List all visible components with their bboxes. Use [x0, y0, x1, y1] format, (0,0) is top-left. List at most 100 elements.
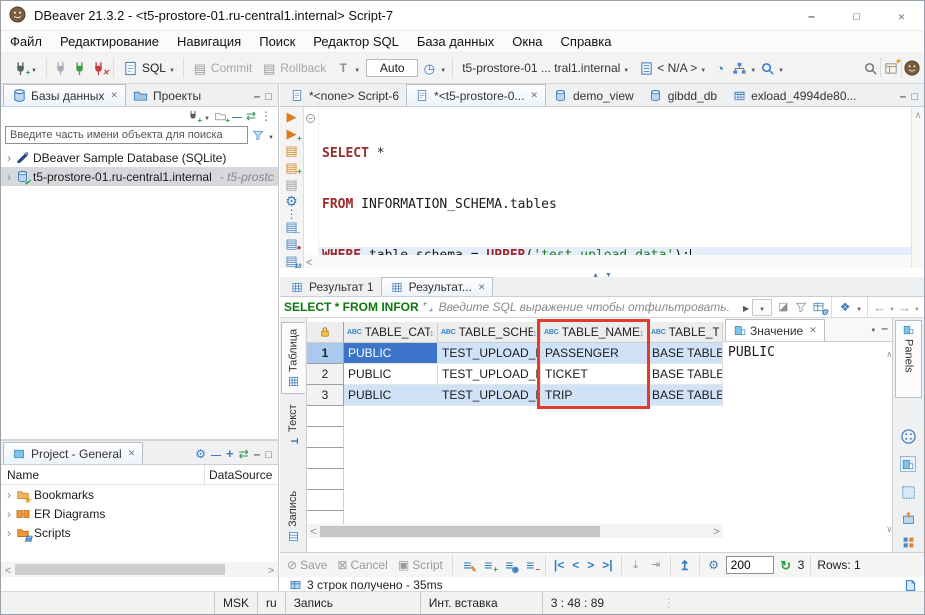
column-header-table-type[interactable]: ABCTABLE_TY — [648, 322, 723, 343]
execute-statement-icon[interactable] — [284, 109, 300, 125]
commit-button[interactable]: Commit — [189, 58, 255, 78]
sort-icon[interactable] — [430, 325, 435, 339]
filters-menu-icon[interactable] — [794, 299, 808, 315]
network-icon[interactable] — [731, 60, 747, 76]
tab-script-7-active[interactable]: *<t5-prostore-0... — [406, 84, 546, 106]
chevron-right-icon[interactable] — [7, 170, 11, 184]
language-indicator[interactable]: ru — [257, 592, 285, 614]
numbered-script-icon[interactable]: 10 — [284, 252, 300, 268]
prev-row-button[interactable]: < — [570, 558, 581, 572]
panels-button[interactable]: Panels — [895, 320, 922, 398]
value-grid-icon[interactable] — [900, 428, 916, 444]
history-icon[interactable] — [421, 60, 437, 76]
search-icon[interactable] — [862, 60, 878, 76]
back-icon[interactable] — [873, 300, 886, 315]
perspective-icon[interactable]: ✦ — [883, 60, 899, 76]
scroll-left-icon[interactable] — [306, 255, 312, 269]
link-selection-icon[interactable] — [239, 447, 249, 461]
clear-filter-icon[interactable] — [775, 299, 791, 315]
grid-cell[interactable]: TRIP — [541, 385, 648, 406]
menu-item-file[interactable]: Файл — [1, 32, 51, 51]
row-number[interactable]: 2 — [307, 364, 344, 385]
object-search-input[interactable] — [5, 126, 248, 144]
close-icon[interactable] — [530, 90, 538, 101]
grid-cell[interactable]: PASSENGER — [541, 343, 648, 364]
first-row-button[interactable]: |< — [552, 558, 566, 572]
transaction-log-button[interactable]: T — [332, 58, 363, 78]
minimize-editor-icon[interactable] — [900, 89, 907, 103]
scroll-left-icon[interactable] — [307, 524, 320, 538]
presentation-caret-icon[interactable] — [856, 300, 862, 314]
tab-script-6[interactable]: *<none> Script-6 — [282, 85, 406, 106]
grid-cell[interactable]: PUBLIC — [344, 385, 438, 406]
maximize-editor-icon[interactable] — [911, 89, 918, 103]
menu-item-navigation[interactable]: Навигация — [168, 32, 250, 51]
maximize-panel-icon[interactable] — [265, 89, 272, 103]
view-menu-icon[interactable] — [260, 109, 272, 123]
grid-corner-cell[interactable] — [307, 322, 344, 343]
tree-item-sample-database[interactable]: DBeaver Sample Database (SQLite) — [1, 148, 278, 167]
explain-plan-icon[interactable] — [284, 176, 300, 192]
script-button[interactable]: Script — [395, 556, 446, 574]
apply-filter-icon[interactable] — [743, 300, 749, 314]
column-header-table-catalog[interactable]: ABCTABLE_CATA — [344, 322, 438, 343]
column-name[interactable]: Name — [1, 465, 205, 484]
commit-mode-combo[interactable]: Auto — [366, 59, 418, 77]
column-header-table-schema[interactable]: ABCTABLE_SCHEI — [438, 322, 541, 343]
menu-item-windows[interactable]: Окна — [503, 32, 551, 51]
scrollbar-thumb[interactable] — [320, 526, 600, 537]
menu-item-edit[interactable]: Редактирование — [51, 32, 168, 51]
view-tab-record[interactable]: Запись — [281, 486, 305, 546]
new-connection-small-icon[interactable]: + — [187, 108, 200, 124]
calc-panel-icon[interactable] — [900, 534, 916, 550]
tab-gibdd-db[interactable]: gibdd_db — [641, 85, 724, 106]
scroll-right-icon[interactable] — [264, 563, 278, 577]
filter-icon[interactable] — [251, 127, 265, 143]
invalidate-connection-icon[interactable]: ✕ — [91, 60, 107, 76]
refresh-icon[interactable] — [778, 557, 794, 573]
insert-mode-indicator[interactable]: Инт. вставка — [420, 592, 542, 614]
rollback-button[interactable]: Rollback — [258, 58, 329, 78]
row-number[interactable]: 3 — [307, 385, 344, 406]
sql-editor-button[interactable]: SQL — [120, 58, 178, 78]
grid-hscrollbar[interactable] — [307, 524, 723, 538]
menu-item-help[interactable]: Справка — [552, 32, 621, 51]
reconnect-icon[interactable] — [72, 60, 88, 76]
close-window-button[interactable] — [879, 1, 924, 30]
grid-cell[interactable]: TEST_UPLOAD_DATA — [438, 343, 541, 364]
tab-exload[interactable]: exload_4994de80... — [724, 85, 863, 106]
grid-cell[interactable]: BASE TABLE — [648, 364, 723, 385]
project-hscrollbar[interactable] — [1, 562, 278, 577]
grid-cell[interactable]: PUBLIC — [344, 364, 438, 385]
view-tab-grid[interactable]: Таблица — [281, 322, 305, 394]
project-item-er-diagrams[interactable]: ER Diagrams — [1, 504, 278, 523]
presentation-icon[interactable] — [837, 299, 853, 315]
validate-script-icon[interactable]: ● — [284, 235, 300, 251]
value-viewer-panel-icon[interactable] — [900, 456, 916, 472]
aggregate-panel-icon[interactable] — [900, 510, 916, 526]
fetch-all-icon[interactable]: ⇥ — [648, 557, 664, 573]
maximize-window-button[interactable] — [834, 1, 879, 30]
minimize-panel-icon[interactable] — [881, 321, 888, 335]
project-item-scripts[interactable]: ▤ Scripts — [1, 523, 278, 542]
delete-row-button[interactable]: − — [522, 557, 539, 573]
row-number[interactable]: 1 — [307, 343, 344, 364]
new-folder-icon[interactable]: + — [214, 108, 228, 124]
edit-row-button[interactable]: ✎ — [459, 557, 476, 573]
close-icon[interactable] — [478, 282, 486, 293]
editor-vscrollbar[interactable] — [911, 107, 924, 268]
chevron-right-icon[interactable] — [7, 488, 11, 502]
grid-cell[interactable]: BASE TABLE — [648, 385, 723, 406]
caret-position-indicator[interactable]: 3 : 48 : 89 — [542, 592, 655, 614]
chevron-right-icon[interactable] — [7, 151, 11, 165]
tree-item-t5-prostore[interactable]: ✔ t5-prostore-01.ru-central1.internal - … — [1, 167, 278, 186]
schema-selector[interactable]: < N/A > — [635, 58, 709, 78]
grid-cell-selected[interactable]: PUBLIC — [344, 343, 438, 364]
execute-new-tab-icon[interactable]: + — [284, 126, 300, 142]
forward-icon[interactable] — [898, 300, 911, 315]
tab-project-general[interactable]: Project - General — [3, 442, 143, 464]
duplicate-row-button[interactable]: ◉ — [501, 557, 518, 573]
menu-item-search[interactable]: Поиск — [250, 32, 304, 51]
close-icon[interactable] — [128, 448, 136, 459]
menu-item-database[interactable]: База данных — [408, 32, 503, 51]
